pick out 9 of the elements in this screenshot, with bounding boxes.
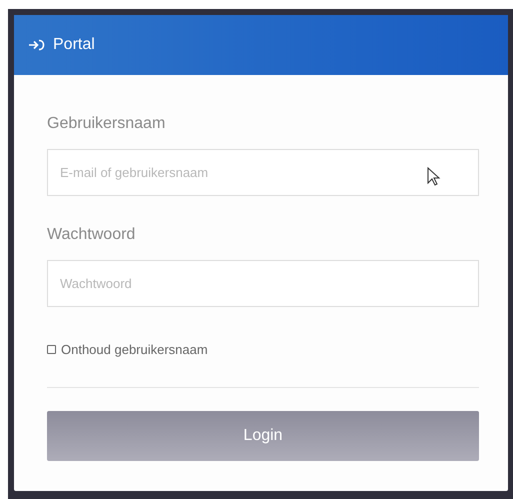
field-label: Wachtwoord [47, 226, 136, 244]
window-title: Portal [53, 36, 95, 54]
login-icon [28, 39, 45, 51]
checkbox-label: Onthoud gebruikersnaam [61, 342, 208, 357]
cursor-icon [427, 167, 441, 187]
checkbox[interactable] [47, 345, 56, 354]
field-label: Gebruikersnaam [47, 115, 166, 133]
username-field[interactable]: E-mail of gebruikersnaam [47, 149, 479, 196]
password-field[interactable]: Wachtwoord [47, 260, 479, 307]
